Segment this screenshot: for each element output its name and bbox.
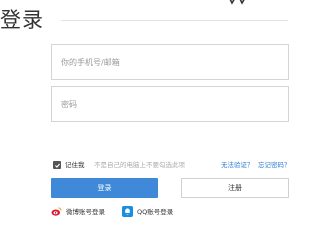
register-button[interactable]: 注册 <box>181 178 289 198</box>
qq-icon <box>122 205 133 217</box>
weibo-login-label: 微博账号登录 <box>66 208 105 216</box>
page-title: 登录 <box>0 8 44 32</box>
password-field[interactable] <box>51 86 289 122</box>
login-button[interactable]: 登录 <box>51 178 158 198</box>
weibo-icon <box>51 206 62 216</box>
cannot-verify-link[interactable]: 无法验证？ <box>221 159 254 171</box>
remember-row: 记住我 不是自己的电脑上不要勾选此项 无法验证？ 忘记密码？ <box>51 159 291 171</box>
forgot-password-link[interactable]: 忘记密码？ <box>258 159 291 171</box>
remember-checkbox[interactable] <box>53 161 61 169</box>
phone-email-field[interactable] <box>51 44 289 80</box>
decorative-icon <box>229 0 245 5</box>
phone-email-input[interactable] <box>52 45 288 79</box>
check-icon <box>54 163 60 168</box>
title-divider <box>61 20 288 21</box>
qq-login-label: QQ账号登录 <box>137 208 174 216</box>
password-input[interactable] <box>52 87 288 121</box>
remember-label[interactable]: 记住我 <box>65 159 85 171</box>
remember-hint: 不是自己的电脑上不要勾选此项 <box>94 161 185 169</box>
qq-login-link[interactable]: QQ账号登录 <box>122 205 173 217</box>
weibo-login-link[interactable]: 微博账号登录 <box>51 205 105 217</box>
